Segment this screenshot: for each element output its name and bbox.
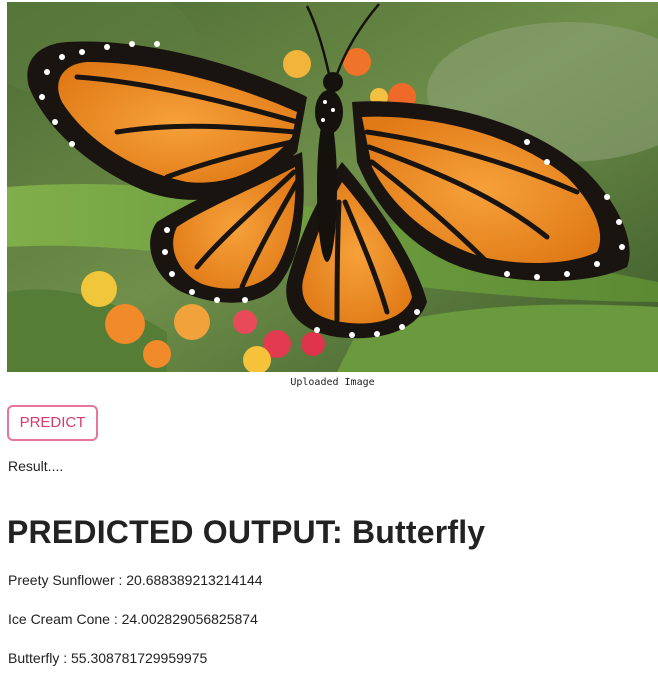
- result-label: Result....: [8, 458, 64, 474]
- score-item-butterfly: Butterfly : 55.308781729959975: [8, 650, 208, 666]
- score-list: Preety Sunflower : 20.688389213214144 Ic…: [8, 572, 263, 689]
- image-caption: Uploaded Image: [290, 377, 375, 388]
- score-item-ice-cream-cone: Ice Cream Cone : 24.002829056825874: [8, 611, 258, 627]
- score-item-preety-sunflower: Preety Sunflower : 20.688389213214144: [8, 572, 263, 588]
- predicted-output-heading: PREDICTED OUTPUT: Butterfly: [7, 514, 486, 550]
- uploaded-image: [7, 2, 658, 372]
- predict-button[interactable]: PREDICT: [7, 405, 98, 441]
